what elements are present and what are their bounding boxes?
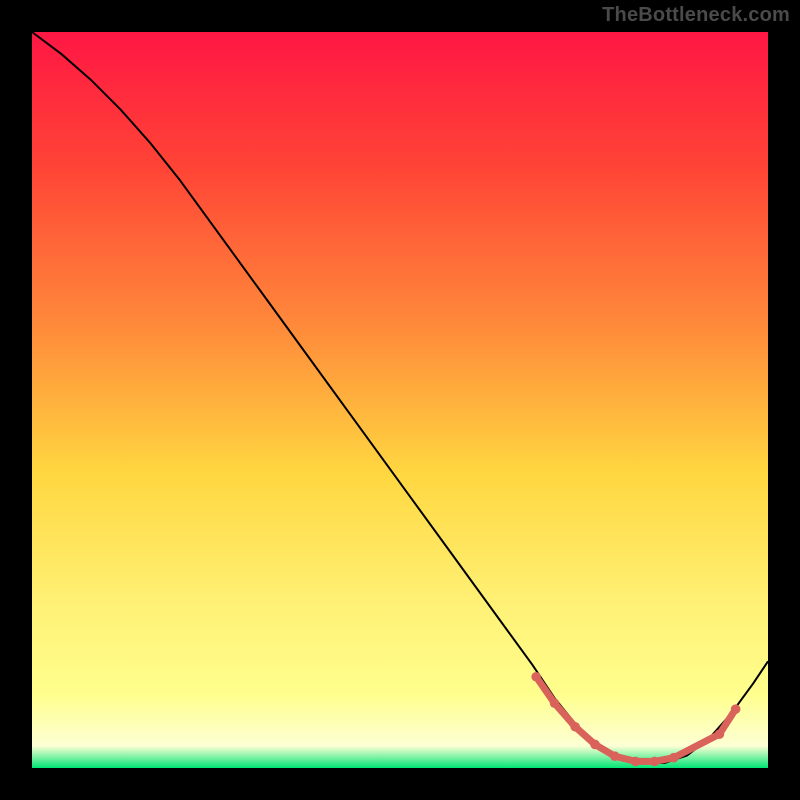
plot-svg [0,0,800,800]
overlay-dot [650,757,660,767]
overlay-dot [531,672,541,682]
plot-background [32,32,768,768]
overlay-dot [570,722,580,732]
overlay-dot [550,698,560,708]
overlay-dot [610,751,620,761]
overlay-dot [631,757,641,767]
overlay-dot [669,753,679,763]
overlay-dot [715,729,725,739]
watermark: TheBottleneck.com [602,4,790,27]
chart-canvas: TheBottleneck.com [0,0,800,800]
overlay-dot [731,704,741,714]
overlay-dot [590,740,600,750]
